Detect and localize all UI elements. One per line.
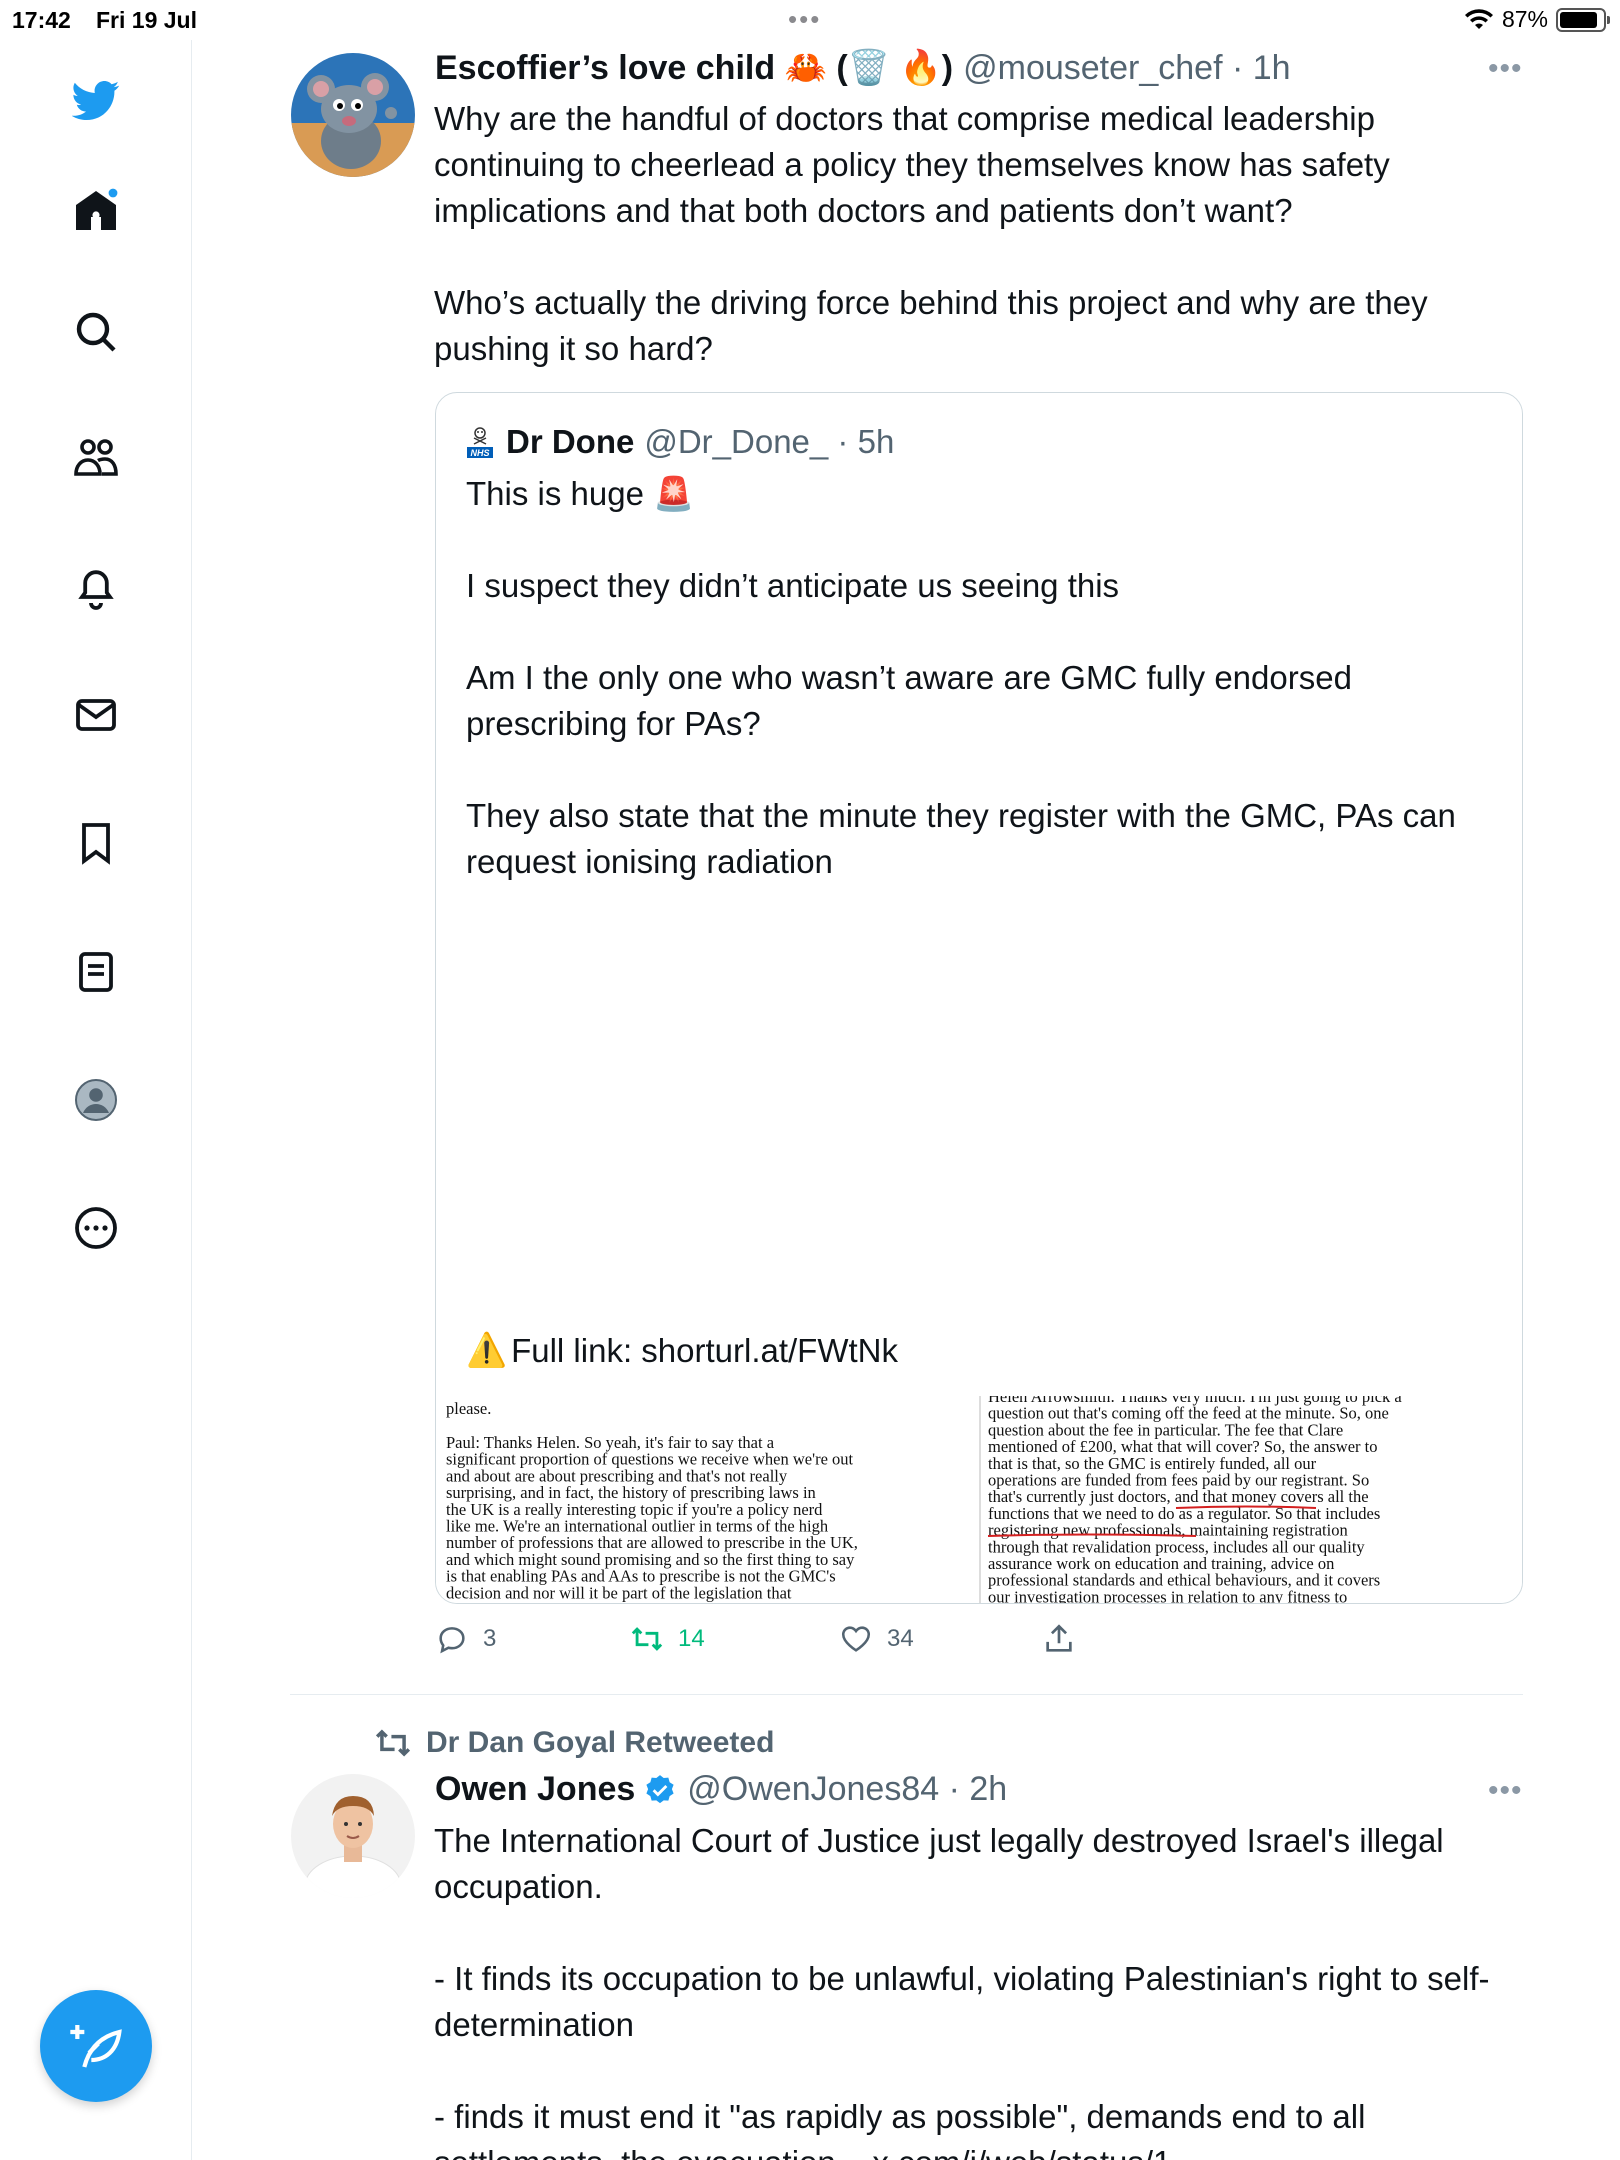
tweet-divider xyxy=(290,1694,1523,1695)
reply-button[interactable]: 3 xyxy=(435,1622,496,1656)
retweet-count: 14 xyxy=(678,1625,705,1652)
quote-link[interactable]: Full link: shorturl.at/FWtNk xyxy=(511,1332,898,1370)
notifications-icon[interactable] xyxy=(66,557,126,617)
battery-percent: 87% xyxy=(1501,6,1548,32)
nhs-badge-icon: NHS xyxy=(467,427,493,458)
reply-icon xyxy=(439,1627,465,1654)
heart-icon xyxy=(841,1626,871,1652)
like-button[interactable]: 34 xyxy=(839,1622,914,1656)
retweet-icon xyxy=(631,1627,663,1651)
reply-count: 3 xyxy=(483,1625,497,1652)
quote-attached-image[interactable]: please. Paul: Thanks Helen. So yeah, it'… xyxy=(436,1396,1523,1604)
share-button[interactable] xyxy=(1042,1622,1076,1656)
bookmarks-icon[interactable] xyxy=(66,813,126,873)
messages-icon[interactable] xyxy=(66,685,126,745)
tweet2-author-handle[interactable]: @OwenJones84 · 2h xyxy=(687,1770,1007,1809)
tweet1-text: Why are the handful of doctors that comp… xyxy=(434,100,1428,367)
doc-left-header: please. xyxy=(446,1399,491,1418)
sidebar-nav xyxy=(0,40,192,2160)
home-icon[interactable] xyxy=(66,180,126,240)
retweeted-by-text: Dr Dan Goyal Retweeted xyxy=(426,1726,775,1759)
quote-author-name: Dr Done xyxy=(506,423,635,460)
status-bar: 17:42 Fri 19 Jul ••• 87% xyxy=(0,0,1620,40)
quote-tweet[interactable]: NHS Dr Done @Dr_Done_ · 5h This is huge … xyxy=(435,392,1523,1604)
compose-icon xyxy=(70,2025,122,2068)
status-right: 87% xyxy=(1464,6,1610,33)
twitter-logo-icon[interactable] xyxy=(66,70,126,130)
tweet2-more-icon[interactable]: ••• xyxy=(1488,1774,1523,1808)
warning-icon: ⚠️ xyxy=(466,1331,508,1368)
avatar-owen-jones[interactable] xyxy=(291,1774,415,1898)
more-icon[interactable] xyxy=(66,1198,126,1258)
quote-text: This is huge 🚨 I suspect they didn’t ant… xyxy=(466,475,1456,880)
share-icon xyxy=(1046,1624,1072,1652)
tweet2-text-cut: settlements, the evacuation... x.com/i/w… xyxy=(434,2140,1524,2160)
multitasking-dots-icon[interactable]: ••• xyxy=(788,4,821,35)
wifi-icon xyxy=(1464,8,1493,29)
status-time: 17:42 xyxy=(12,7,71,33)
retweeted-by-line[interactable]: Dr Dan Goyal Retweeted xyxy=(374,1724,774,1762)
tweet1-actions: 3 14 34 xyxy=(435,1622,1135,1672)
lists-icon[interactable] xyxy=(66,942,126,1002)
compose-button[interactable] xyxy=(40,1990,152,2102)
quote-link-line: ⚠️ Full link: shorturl.at/FWtNk xyxy=(466,1331,898,1370)
tweet1-header: Escoffier’s love child 🦀 (🗑️ 🔥) @mousete… xyxy=(435,48,1291,88)
profile-icon[interactable] xyxy=(66,1070,126,1130)
verified-badge-icon xyxy=(646,1774,674,1803)
quote-author-handle: @Dr_Done_ · 5h xyxy=(644,423,895,460)
like-count: 34 xyxy=(887,1625,914,1652)
battery-icon xyxy=(1556,7,1610,32)
tweet1-more-icon[interactable]: ••• xyxy=(1488,52,1523,86)
doc-right-text: Helen Arrowsmith: Thanks very much. I'm … xyxy=(988,1396,1402,1604)
retweet-button[interactable]: 14 xyxy=(630,1622,705,1656)
avatar-mouseter-chef[interactable] xyxy=(291,53,415,177)
tweet2-author-name[interactable]: Owen Jones xyxy=(435,1770,635,1809)
svg-text:NHS: NHS xyxy=(470,448,489,458)
status-date: Fri 19 Jul xyxy=(96,7,197,33)
tweet1-author-name[interactable]: Escoffier’s love child 🦀 (🗑️ 🔥) xyxy=(435,48,953,88)
communities-icon[interactable] xyxy=(66,428,126,488)
tweet2-text: The International Court of Justice just … xyxy=(434,1822,1490,2135)
search-icon[interactable] xyxy=(66,302,126,362)
tweet1-author-handle[interactable]: @mouseter_chef · 1h xyxy=(963,49,1290,88)
retweet-indicator-icon xyxy=(375,1729,411,1757)
quote-header: NHS Dr Done @Dr_Done_ · 5h xyxy=(466,423,894,461)
tweet2-header: Owen Jones @OwenJones84 · 2h xyxy=(435,1770,1007,1809)
